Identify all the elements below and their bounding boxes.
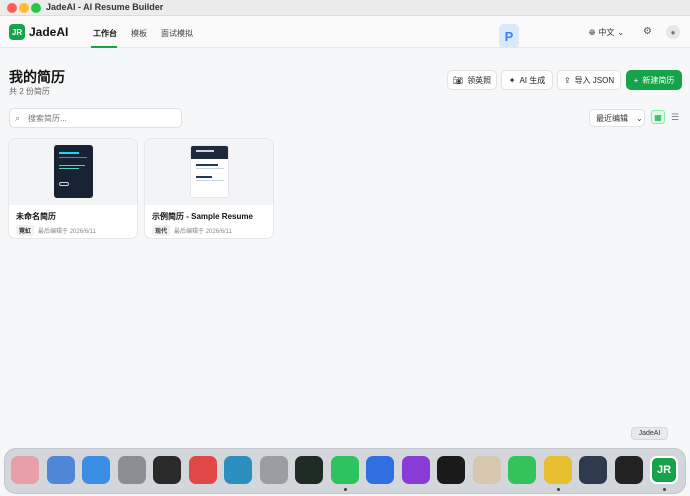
dock-tooltip: JadeAI xyxy=(631,427,668,440)
new-resume-button[interactable]: + 新建简历 xyxy=(626,70,682,90)
running-indicator xyxy=(663,488,666,491)
chrome-icon[interactable] xyxy=(543,456,572,484)
resume-meta: 霓虹 最后编辑于 2026/6/11 xyxy=(16,225,96,236)
search-icon: ⌕ xyxy=(15,113,21,123)
dark-app-icon[interactable] xyxy=(579,456,607,484)
running-indicator xyxy=(556,488,560,491)
upload-icon: ⇪ xyxy=(563,75,571,85)
globe-icon: 🌐︎ xyxy=(589,27,596,37)
dock: JR xyxy=(4,448,686,494)
sort-select[interactable]: 最近编辑 ⌄ xyxy=(589,109,645,127)
last-edited: 最后编辑于 2026/6/11 xyxy=(38,229,96,235)
red-app-icon[interactable] xyxy=(188,456,217,484)
neon-template-preview xyxy=(54,145,93,198)
system-settings-icon[interactable] xyxy=(117,456,146,484)
chevron-down-icon: ⌄ xyxy=(636,113,643,123)
blue-app-icon[interactable] xyxy=(366,456,394,484)
blue-green-app-icon[interactable] xyxy=(224,456,252,484)
resume-count: 共 2 份简历 xyxy=(9,87,50,96)
close-window-button[interactable] xyxy=(7,3,17,13)
notes-app-icon[interactable] xyxy=(472,456,501,484)
gear-icon[interactable]: ⚙ xyxy=(643,26,652,37)
import-json-label: 导入 JSON xyxy=(574,75,615,85)
photo-button-label: 领英照 xyxy=(467,75,492,85)
resume-card[interactable]: 未命名简历 霓虹 最后编辑于 2026/6/11 xyxy=(8,138,138,239)
nav-templates[interactable]: 模板 xyxy=(131,28,147,39)
resume-thumbnail xyxy=(145,139,273,205)
ai-generate-button[interactable]: ✦ AI 生成 xyxy=(501,70,553,90)
logo-icon: JR xyxy=(9,24,25,40)
resume-meta: 现代 最后编辑于 2026/6/11 xyxy=(152,225,232,236)
terminal-dark-icon[interactable] xyxy=(153,456,181,484)
minimize-window-button[interactable] xyxy=(19,3,29,13)
sparkle-icon: ✦ xyxy=(508,75,516,85)
messages-icon[interactable] xyxy=(508,456,536,484)
resume-thumbnail xyxy=(9,139,137,205)
terminal-icon[interactable] xyxy=(295,456,323,484)
ai-generate-label: AI 生成 xyxy=(519,75,546,85)
sort-label: 最近编辑 xyxy=(596,113,628,123)
page-title: 我的简历 xyxy=(9,69,65,85)
logo-text: JadeAI xyxy=(29,25,69,39)
avatar[interactable]: ● xyxy=(666,25,680,39)
launchpad-icon[interactable] xyxy=(11,456,39,484)
running-indicator xyxy=(343,488,347,491)
app-header: JR JadeAI 工作台 模板 面试模拟 P 🌐︎ 中文 ⌄ ⚙ ● xyxy=(0,16,690,48)
grid-view-icon[interactable]: ▦ xyxy=(651,110,665,124)
window-title: JadeAI - AI Resume Builder xyxy=(46,2,164,12)
nav-workspace[interactable]: 工作台 xyxy=(93,28,117,39)
purple-app-icon[interactable] xyxy=(401,456,430,484)
language-label: 中文 xyxy=(598,28,615,37)
template-tag: 现代 xyxy=(152,225,171,236)
photo-button[interactable]: 📷︎ 领英照 xyxy=(447,70,497,90)
wechat-icon[interactable] xyxy=(330,456,359,484)
modern-template-preview xyxy=(190,145,229,198)
camera-icon: 📷︎ xyxy=(452,75,464,85)
language-selector[interactable]: 🌐︎ 中文 ⌄ xyxy=(589,27,624,38)
black-app-icon[interactable] xyxy=(437,456,465,484)
list-view-icon[interactable]: ☰ xyxy=(668,110,682,124)
app-store-icon[interactable] xyxy=(82,456,110,484)
dark-app-2-icon[interactable] xyxy=(614,456,643,484)
search-box: ⌕ xyxy=(9,108,182,128)
plus-icon: + xyxy=(633,75,639,85)
last-edited: 最后编辑于 2026/6/11 xyxy=(174,229,232,235)
new-resume-label: 新建简历 xyxy=(642,75,675,85)
chevron-down-icon: ⌄ xyxy=(617,28,625,37)
active-nav-indicator xyxy=(91,46,117,48)
window-titlebar: JadeAI - AI Resume Builder xyxy=(0,0,690,16)
p-badge-icon: P xyxy=(499,24,519,48)
resume-title: 未命名简历 xyxy=(16,212,56,221)
search-input[interactable] xyxy=(28,112,178,124)
template-tag: 霓虹 xyxy=(16,225,35,236)
jadeai-icon[interactable]: JR xyxy=(650,456,678,484)
import-json-button[interactable]: ⇪ 导入 JSON xyxy=(557,70,621,90)
gray-app-icon[interactable] xyxy=(259,456,288,484)
resume-card[interactable]: 示例简历 - Sample Resume 现代 最后编辑于 2026/6/11 xyxy=(144,138,274,239)
nav-interview[interactable]: 面试模拟 xyxy=(161,28,193,39)
zoom-window-button[interactable] xyxy=(31,3,41,13)
resume-title: 示例简历 - Sample Resume xyxy=(152,212,253,221)
finder-icon[interactable] xyxy=(46,456,75,484)
